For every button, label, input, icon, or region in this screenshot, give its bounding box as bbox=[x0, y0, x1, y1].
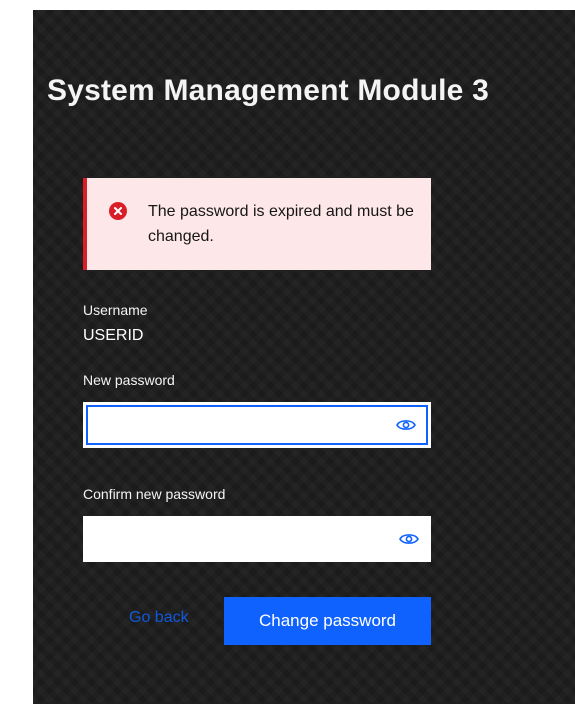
page-title: System Management Module 3 bbox=[47, 74, 489, 107]
confirm-password-input[interactable] bbox=[83, 516, 431, 562]
error-message: The password is expired and must be chan… bbox=[148, 203, 414, 245]
error-notification: The password is expired and must be chan… bbox=[83, 178, 431, 270]
confirm-password-field[interactable] bbox=[83, 516, 431, 562]
new-password-input[interactable] bbox=[86, 405, 428, 445]
username-label: Username bbox=[83, 302, 148, 318]
eye-icon[interactable] bbox=[399, 532, 419, 546]
error-icon bbox=[109, 202, 127, 220]
new-password-label: New password bbox=[83, 372, 175, 388]
change-password-button[interactable]: Change password bbox=[224, 597, 431, 645]
new-password-field[interactable] bbox=[83, 402, 431, 448]
confirm-password-label: Confirm new password bbox=[83, 486, 226, 502]
go-back-link[interactable]: Go back bbox=[129, 609, 189, 627]
eye-icon[interactable] bbox=[396, 418, 416, 432]
username-value: USERID bbox=[83, 327, 144, 344]
